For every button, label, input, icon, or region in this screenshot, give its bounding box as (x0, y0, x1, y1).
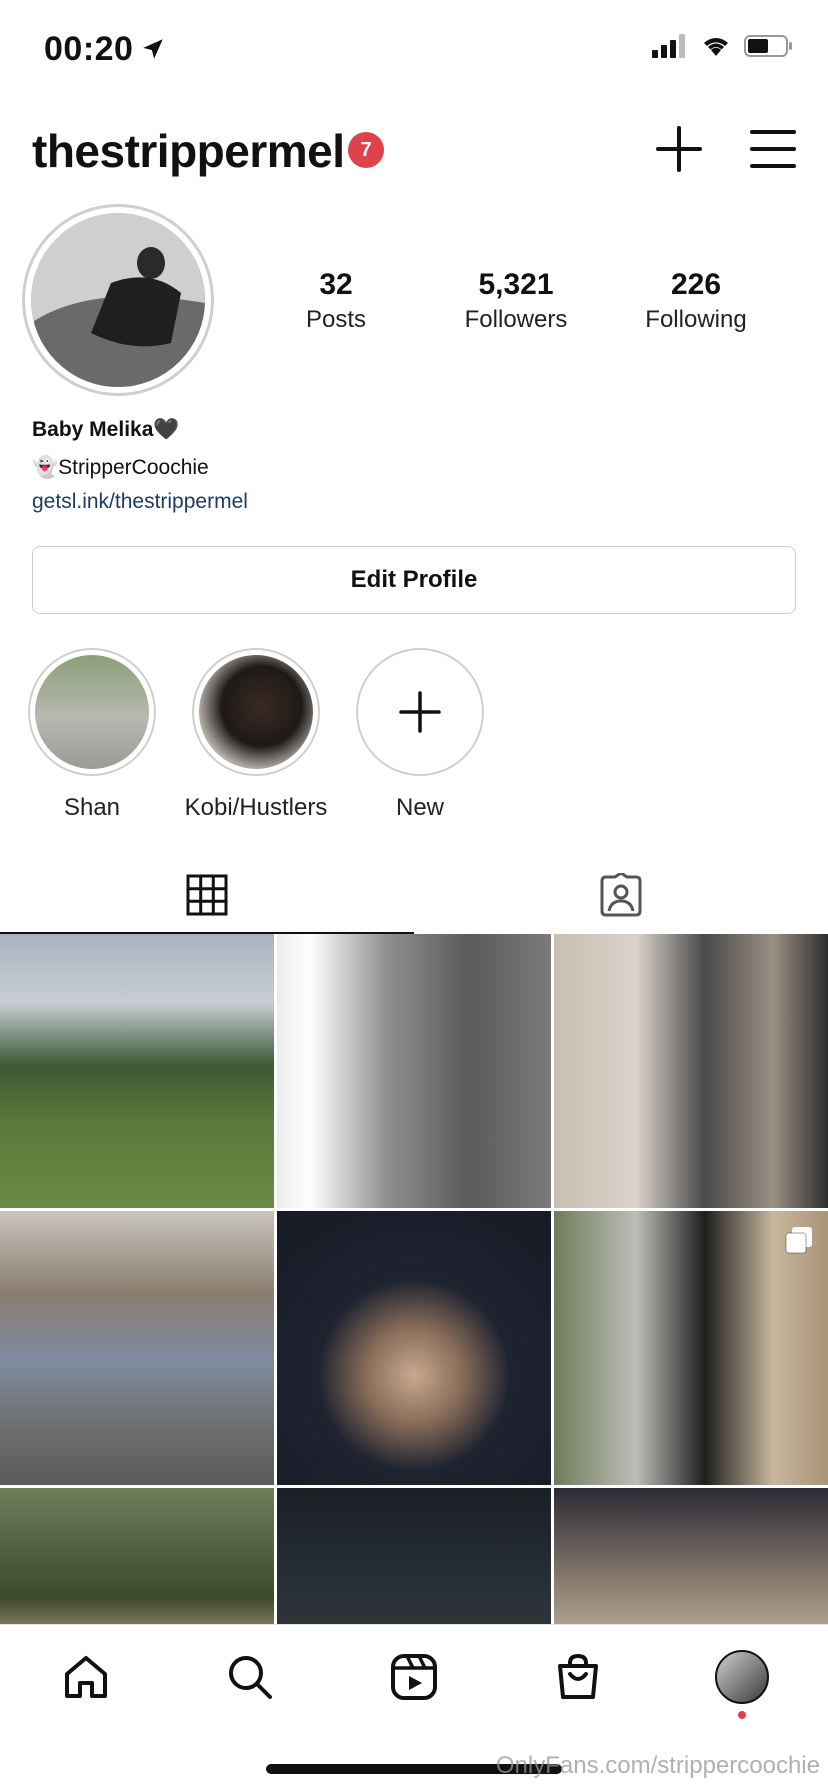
profile-header: thestrippermel 7 (32, 118, 796, 184)
grid-icon (186, 874, 228, 916)
nav-home[interactable] (58, 1649, 114, 1705)
highlight-label: New (395, 794, 444, 821)
home-icon (65, 1656, 107, 1698)
search-icon (229, 1656, 272, 1699)
posts-grid (0, 934, 828, 1624)
status-bar: 00:20 (0, 0, 828, 100)
stat-label: Posts (305, 306, 367, 333)
notification-badge[interactable]: 7 (348, 132, 384, 168)
signal-icon (652, 34, 685, 58)
post-thumbnail[interactable] (277, 934, 551, 1208)
stat-followers[interactable]: 5,321 Followers (436, 268, 596, 334)
stat-posts[interactable]: 32 Posts (256, 268, 416, 334)
stat-value: 226 (670, 268, 722, 301)
highlight-cover (35, 655, 149, 769)
status-time: 00:20 (44, 30, 134, 68)
highlight-kobi-hustlers[interactable]: Kobi/Hustlers (174, 648, 338, 822)
battery-icon (744, 35, 792, 57)
location-arrow-icon (143, 39, 163, 59)
stat-following[interactable]: 226 Following (616, 268, 776, 334)
hamburger-menu-icon[interactable] (750, 128, 796, 170)
bio-link[interactable]: getsl.ink/thestrippermel (32, 490, 248, 514)
stat-value: 5,321 (478, 268, 554, 301)
highlight-ring (28, 648, 156, 776)
tab-tagged[interactable] (414, 856, 828, 934)
post-thumbnail[interactable] (554, 1488, 828, 1624)
story-highlights: Shan Kobi/Hustlers New (0, 648, 828, 821)
post-thumbnail[interactable] (554, 1211, 828, 1485)
highlight-ring (192, 648, 320, 776)
nav-reels[interactable] (386, 1649, 442, 1705)
highlight-cover (199, 655, 313, 769)
activity-dot (738, 1711, 746, 1719)
post-thumbnail[interactable] (0, 1211, 274, 1485)
profile-tabs (0, 856, 828, 934)
profile-bio: Baby Melika🖤 👻StripperCoochie getsl.ink/… (32, 418, 248, 514)
post-thumbnail[interactable] (0, 1488, 274, 1624)
shop-bag-icon (558, 1653, 598, 1699)
highlight-new[interactable]: New (338, 648, 502, 822)
bottom-nav-bar (0, 1624, 828, 1734)
multiple-photos-icon (785, 1227, 812, 1254)
edit-profile-button[interactable]: Edit Profile (32, 546, 796, 614)
plus-icon (399, 691, 441, 733)
profile-avatar[interactable] (22, 204, 214, 396)
profile-avatar-thumb (715, 1650, 769, 1704)
post-thumbnail[interactable] (277, 1488, 551, 1624)
profile-photo (31, 213, 205, 387)
post-thumbnail[interactable] (277, 1211, 551, 1485)
display-name: Baby Melika🖤 (32, 418, 180, 441)
nav-shop[interactable] (550, 1649, 606, 1705)
highlight-label: Shan (63, 794, 121, 821)
bio-text: 👻StripperCoochie (32, 456, 209, 479)
stat-label: Followers (464, 306, 568, 333)
post-thumbnail[interactable] (0, 934, 274, 1208)
highlight-ring (356, 648, 484, 776)
create-plus-icon[interactable] (654, 124, 704, 174)
highlight-label: Kobi/Hustlers (184, 794, 328, 821)
highlight-shan[interactable]: Shan (10, 648, 174, 822)
profile-stats: 32 Posts 5,321 Followers 226 Following (256, 268, 776, 334)
username-title[interactable]: thestrippermel (32, 124, 345, 178)
stat-label: Following (645, 306, 747, 333)
nav-profile[interactable] (714, 1649, 770, 1705)
status-icons (652, 34, 794, 58)
stat-value: 32 (319, 268, 353, 301)
wifi-icon (704, 38, 728, 56)
post-thumbnail[interactable] (554, 934, 828, 1208)
reels-icon (391, 1654, 437, 1700)
tab-posts-grid[interactable] (0, 856, 414, 934)
tagged-icon (600, 873, 642, 917)
watermark-text: OnlyFans.com/strippercoochie (495, 1752, 820, 1779)
nav-search[interactable] (222, 1649, 278, 1705)
